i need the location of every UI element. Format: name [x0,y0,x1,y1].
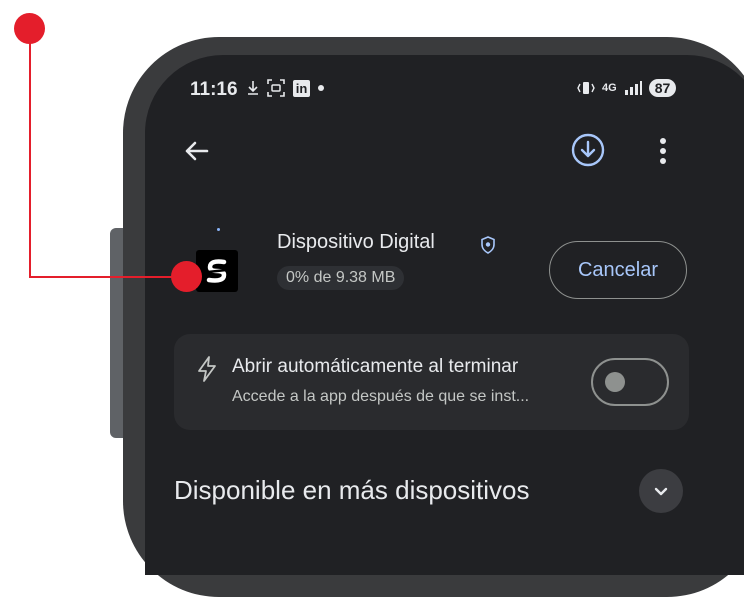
expand-section-button[interactable] [639,469,683,513]
loading-indicator-dot [217,228,220,231]
linkedin-icon: in [293,79,310,97]
screenshot-icon [267,79,285,97]
callout-start-dot [14,13,45,44]
callout-line-horizontal [29,276,187,278]
app-icon [196,250,238,292]
status-system-icons: 4G 87 [577,79,677,97]
toggle-knob [605,372,625,392]
more-vert-icon[interactable] [657,135,669,167]
status-time: 11:16 [190,79,238,100]
network-type-label: 4G [602,82,617,94]
auto-open-toggle[interactable] [591,358,669,406]
chevron-down-icon [654,487,668,496]
auto-open-card: Abrir automáticamente al terminar Accede… [174,334,689,430]
callout-line-vertical [29,28,31,277]
callout-target-dot [171,261,202,292]
verified-shield-icon [481,236,495,254]
signal-icon [624,81,642,95]
section-title: Disponible en más dispositivos [174,475,530,505]
download-circle-icon[interactable] [570,132,606,168]
vibrate-icon [577,82,595,94]
auto-open-title: Abrir automáticamente al terminar [232,356,519,377]
more-notifications-dot-icon [318,85,324,91]
status-notification-icons: in [247,79,324,97]
auto-open-subtitle: Accede a la app después de que se inst..… [232,388,530,405]
app-logo-s-icon [206,259,227,283]
phone-screen: 11:16 in 4G 87 Dispositivo Digital 0% de… [145,55,744,575]
arrow-left-icon[interactable] [181,135,213,167]
app-name: Dispositivo Digital [277,231,435,253]
battery-level: 87 [648,79,677,97]
bolt-icon [198,356,216,382]
download-notification-icon [248,81,258,95]
download-progress-text: 0% de 9.38 MB [277,266,405,290]
cancel-download-button[interactable]: Cancelar [549,241,687,299]
